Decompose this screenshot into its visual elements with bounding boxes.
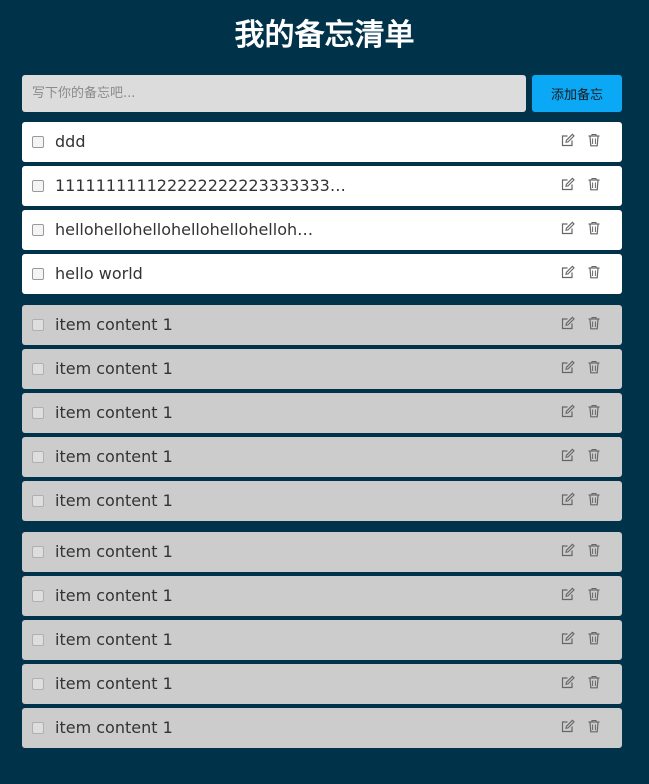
edit-icon[interactable] [561,448,575,462]
memo-text: hellohellohellohellohellohelloh… [55,220,314,239]
edit-icon[interactable] [561,543,575,557]
trash-icon[interactable] [587,316,601,330]
memo-text: item content 1 [55,403,173,422]
edit-icon[interactable] [561,404,575,418]
page-title: 我的备忘清单 [234,18,415,53]
memo-text: 11111111112222222222333333333… [55,176,355,195]
edit-icon[interactable] [561,265,575,279]
memo-text: ddd [55,132,86,151]
trash-icon[interactable] [587,675,601,689]
trash-icon[interactable] [587,177,601,191]
memo-checkbox[interactable] [32,678,44,690]
edit-icon[interactable] [561,221,575,235]
trash-icon[interactable] [587,543,601,557]
memo-text: item content 1 [55,718,173,737]
memo-item: item content 1 [22,481,622,521]
memo-item: item content 1 [22,393,622,433]
memo-checkbox[interactable] [32,224,44,236]
memo-checkbox[interactable] [32,722,44,734]
edit-icon[interactable] [561,316,575,330]
memo-checkbox[interactable] [32,495,44,507]
add-memo-form: 添加备忘 [22,75,622,112]
edit-icon[interactable] [561,360,575,374]
memo-checkbox[interactable] [32,180,44,192]
memo-checkbox[interactable] [32,363,44,375]
memo-item: 11111111112222222222333333333… [22,166,622,206]
memo-checkbox[interactable] [32,590,44,602]
active-memo-list: ddd 11111111112222222222333333333… hello… [22,122,622,298]
memo-item: item content 1 [22,437,622,477]
trash-icon[interactable] [587,133,601,147]
memo-text: item content 1 [55,447,173,466]
trash-icon[interactable] [587,631,601,645]
trash-icon[interactable] [587,492,601,506]
trash-icon[interactable] [587,719,601,733]
edit-icon[interactable] [561,631,575,645]
memo-text: item content 1 [55,315,173,334]
trash-icon[interactable] [587,265,601,279]
memo-item: item content 1 [22,305,622,345]
memo-item: item content 1 [22,576,622,616]
memo-text: item content 1 [55,359,173,378]
memo-item: hellohellohellohellohellohelloh… [22,210,622,250]
memo-checkbox[interactable] [32,546,44,558]
edit-icon[interactable] [561,719,575,733]
done-memo-list: item content 1 item content 1 item conte… [22,305,622,525]
edit-icon[interactable] [561,492,575,506]
memo-item: ddd [22,122,622,162]
memo-checkbox[interactable] [32,319,44,331]
memo-text: item content 1 [55,586,173,605]
memo-input[interactable] [22,75,526,112]
memo-checkbox[interactable] [32,136,44,148]
memo-text: item content 1 [55,491,173,510]
add-memo-button[interactable]: 添加备忘 [532,75,622,112]
trash-icon[interactable] [587,360,601,374]
memo-item: item content 1 [22,708,622,748]
memo-checkbox[interactable] [32,268,44,280]
memo-item: item content 1 [22,532,622,572]
edit-icon[interactable] [561,587,575,601]
edit-icon[interactable] [561,133,575,147]
memo-item: item content 1 [22,664,622,704]
edit-icon[interactable] [561,177,575,191]
trash-icon[interactable] [587,404,601,418]
edit-icon[interactable] [561,675,575,689]
memo-checkbox[interactable] [32,634,44,646]
memo-text: item content 1 [55,630,173,649]
memo-checkbox[interactable] [32,451,44,463]
done-memo-list: item content 1 item content 1 item conte… [22,532,622,752]
trash-icon[interactable] [587,587,601,601]
trash-icon[interactable] [587,448,601,462]
memo-item: item content 1 [22,349,622,389]
memo-text: hello world [55,264,143,283]
memo-checkbox[interactable] [32,407,44,419]
memo-item: item content 1 [22,620,622,660]
trash-icon[interactable] [587,221,601,235]
memo-item: hello world [22,254,622,294]
memo-text: item content 1 [55,674,173,693]
memo-text: item content 1 [55,542,173,561]
